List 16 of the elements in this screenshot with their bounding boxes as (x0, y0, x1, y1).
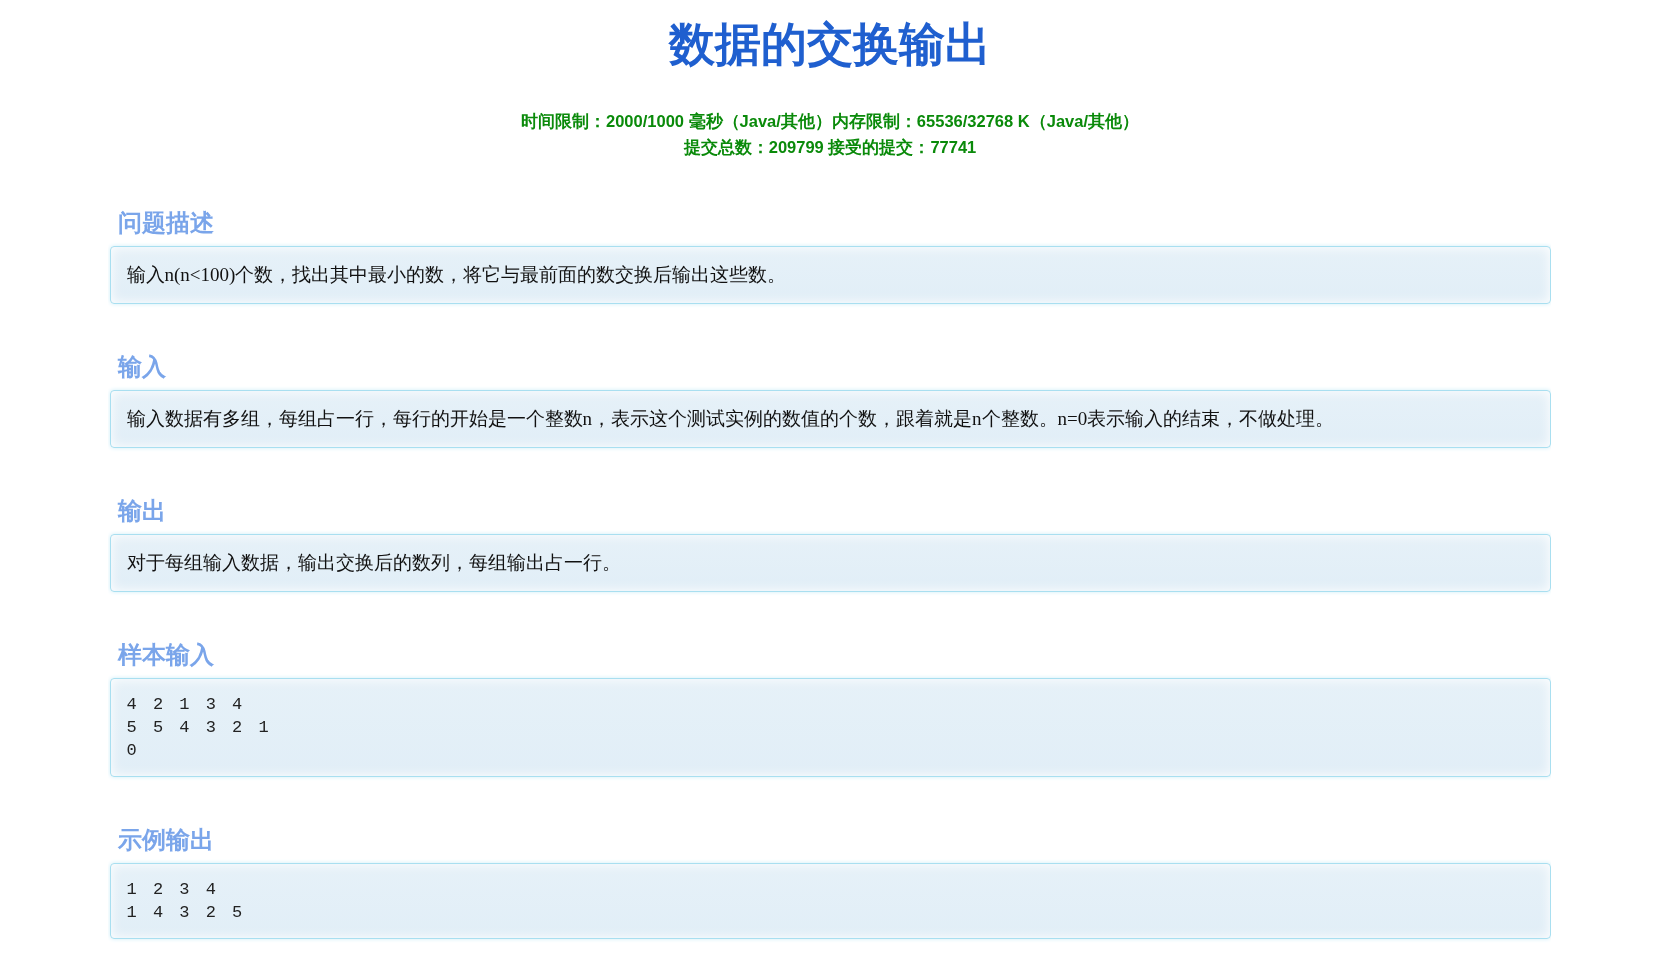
section-heading: 样本输入 (117, 640, 214, 670)
section-heading: 输出 (117, 496, 166, 526)
section-text: 输入n(n<100)个数，找出其中最小的数，将它与最前面的数交换后输出这些数。 (126, 263, 787, 287)
limits-text: 提交总数：209799 接受的提交：77741 (683, 137, 977, 158)
section-text: 输入数据有多组，每组占一行，每行的开始是一个整数n，表示这个测试实例的数值的个数，跟着就是n个整数。n=0表示输入的结束，不做处理。 (126, 407, 1335, 431)
code-line: 5 5 4 3 2 1 (126, 717, 269, 739)
section-heading: 示例输出 (117, 825, 214, 855)
section-heading: 问题描述 (117, 208, 214, 238)
section-heading: 输入 (117, 352, 166, 382)
code-line: 0 (126, 740, 137, 762)
code-line: 1 4 3 2 5 (126, 902, 243, 924)
code-line: 1 2 3 4 (126, 879, 216, 901)
limits-text: 时间限制：2000/1000 毫秒（Java/其他）内存限制：65536/32768 K（Java/其他） (521, 111, 1139, 133)
problem-title: 数据的交换输出 (667, 16, 992, 73)
code-line: 4 2 1 3 4 (126, 694, 243, 716)
section-text: 对于每组输入数据，输出交换后的数列，每组输出占一行。 (126, 551, 621, 575)
